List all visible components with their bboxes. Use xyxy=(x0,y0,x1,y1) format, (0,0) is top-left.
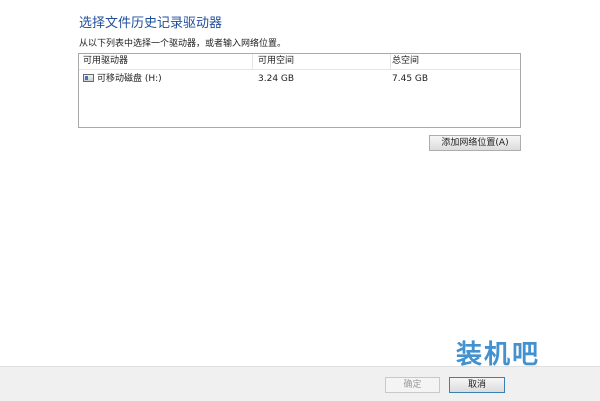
removable-drive-icon xyxy=(83,74,94,82)
column-header-free-space[interactable]: 可用空间 xyxy=(258,54,391,69)
drive-list-header: 可用驱动器 可用空间 总空间 xyxy=(79,54,520,70)
instruction-text: 从以下列表中选择一个驱动器，或者输入网络位置。 xyxy=(79,39,287,49)
drive-name-cell: 可移动磁盘 (H:) xyxy=(83,71,162,87)
dialog-title: 选择文件历史记录驱动器 xyxy=(79,16,223,31)
drive-row[interactable]: 可移动磁盘 (H:) 3.24 GB 7.45 GB xyxy=(79,71,520,87)
column-header-available-drives[interactable]: 可用驱动器 xyxy=(83,54,253,69)
column-header-total-space[interactable]: 总空间 xyxy=(392,54,520,69)
drive-free-space: 3.24 GB xyxy=(258,74,295,84)
dialog-body: 选择文件历史记录驱动器 从以下列表中选择一个驱动器，或者输入网络位置。 可用驱动… xyxy=(0,0,600,366)
drive-name: 可移动磁盘 (H:) xyxy=(97,74,162,84)
add-network-location-button[interactable]: 添加网络位置(A) xyxy=(429,135,521,151)
cancel-button[interactable]: 取消 xyxy=(449,377,505,393)
ok-button[interactable]: 确定 xyxy=(385,377,440,393)
dialog-footer: 确定 取消 xyxy=(0,366,600,401)
drive-list[interactable]: 可用驱动器 可用空间 总空间 可移动磁盘 (H:) 3.24 GB 7.45 G… xyxy=(78,53,521,128)
drive-total-space: 7.45 GB xyxy=(392,74,429,84)
